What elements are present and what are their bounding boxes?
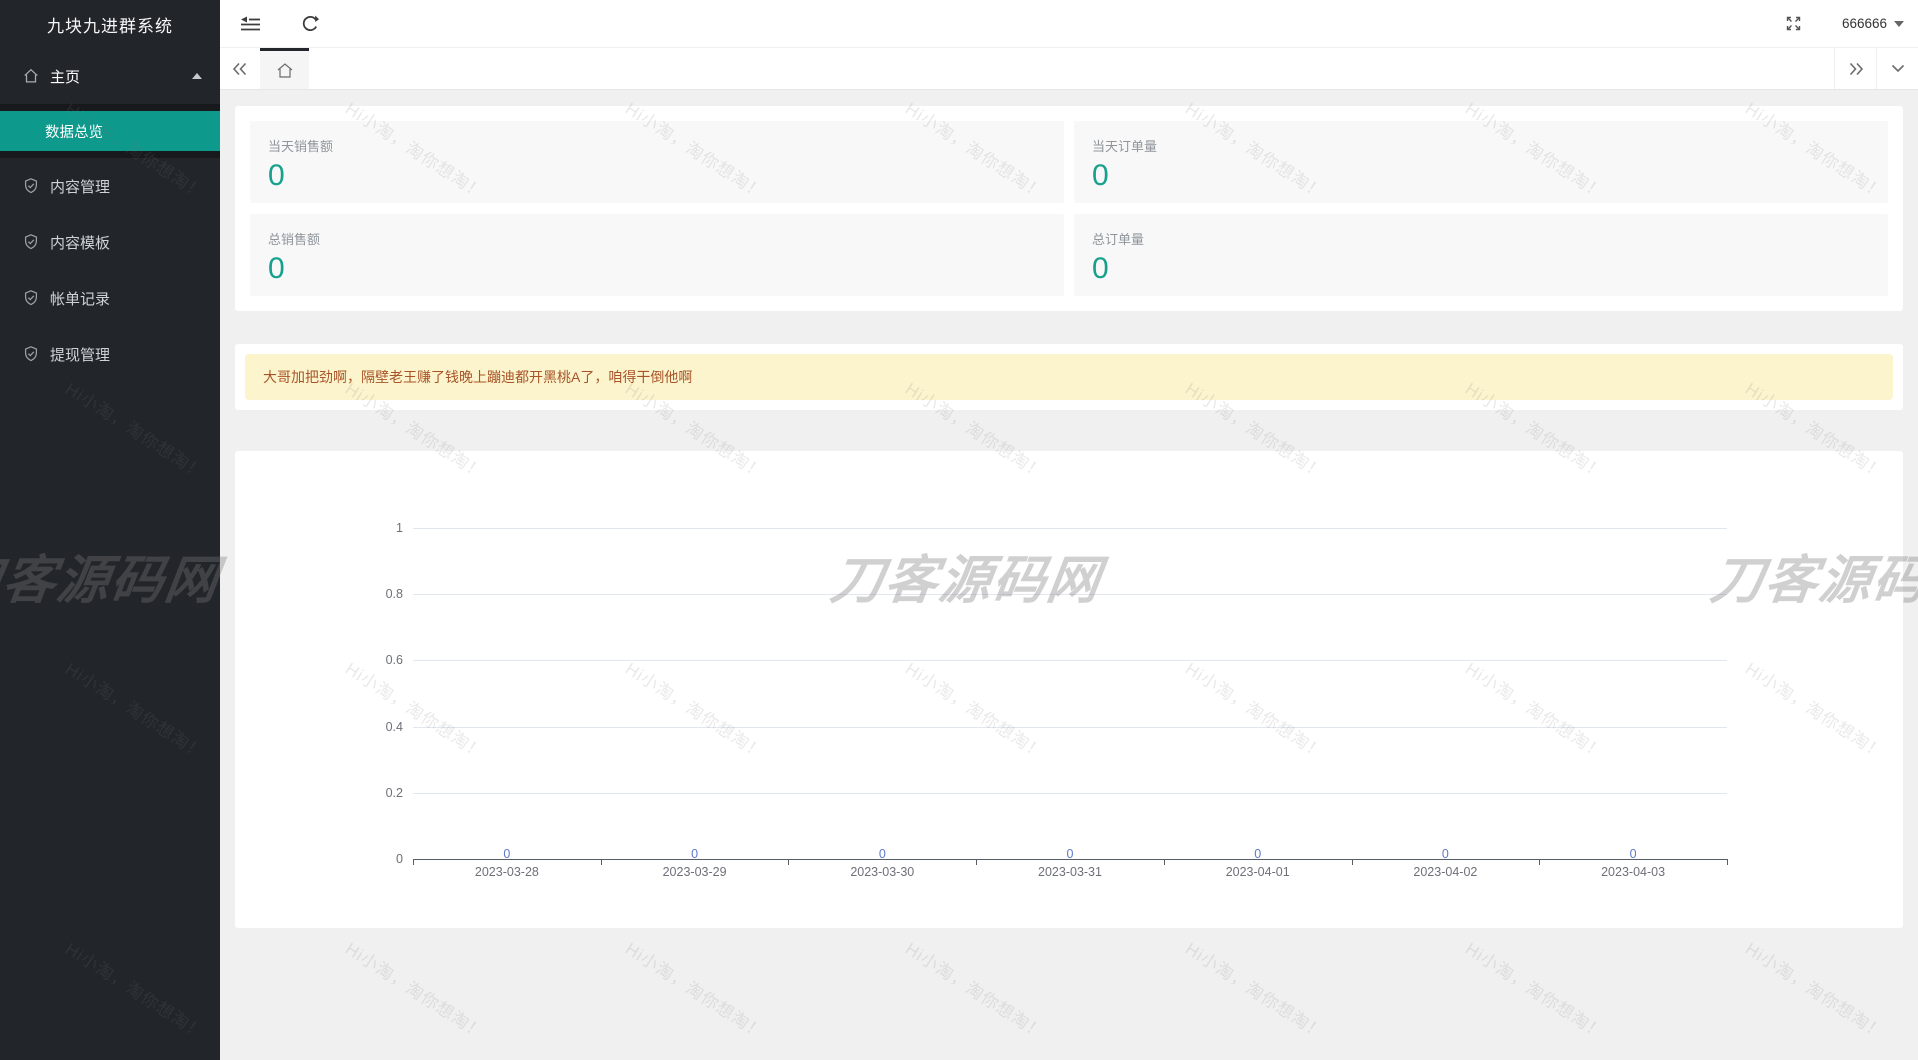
main-content: 当天销售额 0 当天订单量 0 总销售额 0 总订单量 0 大哥加把劲啊，隔壁老王赚了钱晚上蹦… xyxy=(220,90,1918,1060)
header-right: 666666 xyxy=(1764,0,1918,48)
x-axis-tick-label: 2023-04-02 xyxy=(1390,865,1500,879)
sidebar-item-label: 内容模板 xyxy=(50,232,110,253)
shield-check-icon xyxy=(22,177,40,195)
collapse-sidebar-icon[interactable] xyxy=(220,0,280,48)
chart-gridline xyxy=(413,660,1727,661)
x-axis-tick-label: 2023-03-28 xyxy=(452,865,562,879)
shield-check-icon xyxy=(22,345,40,363)
sidebar-item-content-manage[interactable]: 内容管理 xyxy=(0,158,220,214)
stat-card-value: 0 xyxy=(1092,161,1870,191)
chevron-up-icon xyxy=(192,73,202,79)
stats-panel: 当天销售额 0 当天订单量 0 总销售额 0 总订单量 0 xyxy=(235,106,1903,311)
sidebar-item-home[interactable]: 主页 xyxy=(0,48,220,104)
home-tab-icon xyxy=(276,62,294,79)
app-title: 九块九进群系统 xyxy=(0,0,220,48)
scroll-left-icon[interactable] xyxy=(220,48,260,89)
data-point-marker: 0 xyxy=(685,848,705,861)
data-point-marker: 0 xyxy=(1060,848,1080,861)
refresh-icon[interactable] xyxy=(280,0,340,48)
sidebar-item-label: 提现管理 xyxy=(50,344,110,365)
y-axis-tick-label: 0.6 xyxy=(343,653,403,667)
sidebar-item-content-template[interactable]: 内容模板 xyxy=(0,214,220,270)
sidebar-item-withdraw-manage[interactable]: 提现管理 xyxy=(0,326,220,382)
tab-bar-right xyxy=(1834,48,1918,89)
chart-gridline xyxy=(413,727,1727,728)
chart-gridline xyxy=(413,793,1727,794)
sidebar-item-label: 主页 xyxy=(50,66,80,87)
y-axis-tick-label: 1 xyxy=(343,521,403,535)
x-axis-tick-label: 2023-03-30 xyxy=(827,865,937,879)
stat-card: 总销售额 0 xyxy=(250,214,1064,296)
user-dropdown-caret xyxy=(1894,21,1904,27)
notice-alert: 大哥加把劲啊，隔壁老王赚了钱晚上蹦迪都开黑桃A了，咱得干倒他啊 xyxy=(245,354,1893,400)
tab-bar xyxy=(220,48,1918,90)
stat-card-label: 当天订单量 xyxy=(1092,136,1870,155)
x-axis-tick-label: 2023-03-29 xyxy=(640,865,750,879)
y-axis-tick-label: 0.2 xyxy=(343,786,403,800)
x-axis-tick-label: 2023-03-31 xyxy=(1015,865,1125,879)
stat-card-value: 0 xyxy=(268,254,1046,284)
sidebar-item-label: 帐单记录 xyxy=(50,288,110,309)
sidebar-subitem-data-overview[interactable]: 数据总览 xyxy=(0,111,220,151)
data-point-marker: 0 xyxy=(497,848,517,861)
shield-check-icon xyxy=(22,289,40,307)
shield-check-icon xyxy=(22,233,40,251)
scroll-right-icon[interactable] xyxy=(1834,48,1876,89)
stat-card-value: 0 xyxy=(268,161,1046,191)
data-point-marker: 0 xyxy=(1435,848,1455,861)
stat-card-label: 当天销售额 xyxy=(268,136,1046,155)
stat-card-label: 总销售额 xyxy=(268,229,1046,248)
stat-card: 总订单量 0 xyxy=(1074,214,1888,296)
x-axis-tick xyxy=(1727,859,1728,865)
alert-panel: 大哥加把劲啊，隔壁老王赚了钱晚上蹦迪都开黑桃A了，咱得干倒他啊 xyxy=(235,344,1903,410)
x-axis-tick xyxy=(1539,859,1540,865)
header: 666666 xyxy=(220,0,1918,48)
submenu-home: 数据总览 xyxy=(0,104,220,158)
fullscreen-icon[interactable] xyxy=(1764,0,1824,48)
y-axis-tick-label: 0.4 xyxy=(343,720,403,734)
data-point-marker: 0 xyxy=(872,848,892,861)
x-axis-tick xyxy=(1352,859,1353,865)
notice-alert-text: 大哥加把劲啊，隔壁老王赚了钱晚上蹦迪都开黑桃A了，咱得干倒他啊 xyxy=(263,367,692,387)
x-axis-tick xyxy=(1164,859,1165,865)
stat-card-label: 总订单量 xyxy=(1092,229,1870,248)
x-axis-tick xyxy=(788,859,789,865)
stat-card: 当天销售额 0 xyxy=(250,121,1064,203)
data-point-marker: 0 xyxy=(1623,848,1643,861)
y-axis-tick-label: 0.8 xyxy=(343,587,403,601)
chart-gridline xyxy=(413,528,1727,529)
sidebar-menu: 主页数据总览内容管理内容模板帐单记录提现管理 xyxy=(0,48,220,382)
sidebar-item-bill-records[interactable]: 帐单记录 xyxy=(0,270,220,326)
data-point-marker: 0 xyxy=(1248,848,1268,861)
sidebar: 九块九进群系统 主页数据总览内容管理内容模板帐单记录提现管理 xyxy=(0,0,220,1060)
x-axis-tick xyxy=(976,859,977,865)
y-axis-tick-label: 0 xyxy=(343,852,403,866)
sidebar-item-label: 内容管理 xyxy=(50,176,110,197)
tab-actions-caret-icon[interactable] xyxy=(1876,48,1918,89)
x-axis-tick-label: 2023-04-01 xyxy=(1203,865,1313,879)
chart-gridline xyxy=(413,594,1727,595)
tab-home[interactable] xyxy=(260,48,309,89)
stat-card: 当天订单量 0 xyxy=(1074,121,1888,203)
x-axis-tick-label: 2023-04-03 xyxy=(1578,865,1688,879)
orders-line-chart[interactable]: 0 0.2 0.4 0.6 0.8 1 2023-03-28 0 2023-03-29 0 2023… xyxy=(235,451,1903,928)
stat-card-value: 0 xyxy=(1092,254,1870,284)
home-icon xyxy=(22,67,40,85)
x-axis-tick xyxy=(601,859,602,865)
x-axis-tick xyxy=(413,859,414,865)
user-dropdown[interactable]: 666666 xyxy=(1824,0,1918,48)
username: 666666 xyxy=(1842,16,1887,31)
app-root: 九块九进群系统 主页数据总览内容管理内容模板帐单记录提现管理 xyxy=(0,0,1918,1060)
